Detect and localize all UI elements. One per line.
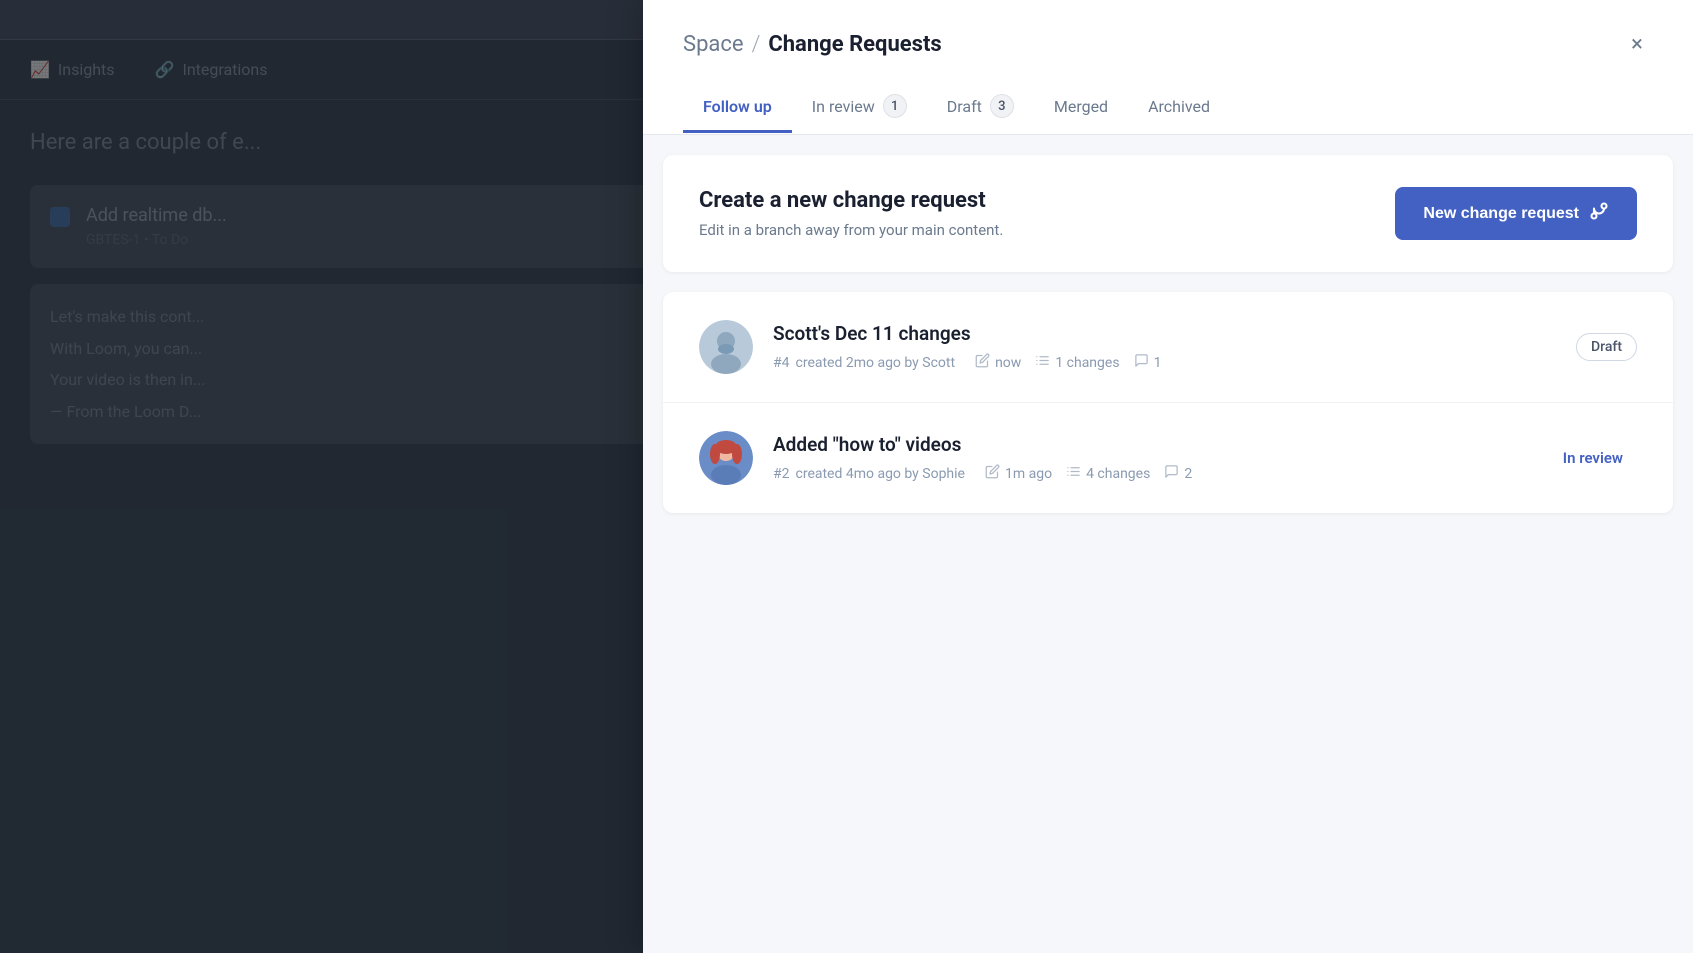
tab-archived[interactable]: Archived [1128, 83, 1230, 133]
cr-edited-scott: now [995, 355, 1021, 371]
changes-icon-scott [1035, 353, 1050, 372]
cr-title-scott: Scott's Dec 11 changes [773, 322, 1556, 345]
tab-bar: Follow up In review 1 Draft 3 Merged Arc… [643, 80, 1693, 135]
new-change-request-button[interactable]: New change request [1395, 187, 1637, 240]
cr-badge-scott: Draft [1576, 333, 1637, 361]
tab-draft[interactable]: Draft 3 [927, 80, 1034, 135]
modal-body: Create a new change request Edit in a br… [643, 135, 1693, 953]
close-icon: × [1631, 32, 1643, 57]
cr-meta-sophie: #2 created 4mo ago by Sophie 1m ago [773, 464, 1529, 483]
cr-info-scott: Scott's Dec 11 changes #4 created 2mo ag… [773, 322, 1556, 372]
tab-follow-up-label: Follow up [703, 97, 772, 116]
cr-created-sophie: created 4mo ago by Sophie [796, 466, 965, 482]
cta-subtitle: Edit in a branch away from your main con… [699, 221, 1003, 239]
breadcrumb-title: Change Requests [768, 32, 941, 57]
cr-title-sophie: Added "how to" videos [773, 433, 1529, 456]
change-request-list: Scott's Dec 11 changes #4 created 2mo ag… [663, 292, 1673, 513]
cr-created-scott: created 2mo ago by Scott [796, 355, 956, 371]
comment-icon-scott [1134, 353, 1149, 372]
close-button[interactable]: × [1621, 28, 1653, 60]
cr-changes-scott: 1 changes [1055, 355, 1119, 371]
tab-in-review-badge: 1 [883, 94, 907, 118]
tab-merged-label: Merged [1054, 97, 1108, 116]
tab-in-review[interactable]: In review 1 [792, 80, 927, 135]
cr-number-scott: #4 [773, 355, 790, 371]
tab-archived-label: Archived [1148, 97, 1210, 116]
new-change-request-label: New change request [1423, 205, 1579, 223]
avatar-sophie [699, 431, 753, 485]
cta-section: Create a new change request Edit in a br… [663, 155, 1673, 272]
branch-icon [1589, 201, 1609, 226]
changes-icon-sophie [1066, 464, 1081, 483]
cr-info-sophie: Added "how to" videos #2 created 4mo ago… [773, 433, 1529, 483]
avatar-scott [699, 320, 753, 374]
modal-header: Space / Change Requests × [643, 0, 1693, 60]
cr-edited-sophie: 1m ago [1005, 466, 1052, 482]
cr-item-scott[interactable]: Scott's Dec 11 changes #4 created 2mo ag… [663, 292, 1673, 403]
tab-follow-up[interactable]: Follow up [683, 83, 792, 133]
breadcrumb-separator: / [752, 32, 761, 57]
breadcrumb-space: Space [683, 32, 744, 57]
tab-merged[interactable]: Merged [1034, 83, 1128, 133]
cta-title: Create a new change request [699, 188, 1003, 213]
cr-meta-scott: #4 created 2mo ago by Scott now [773, 353, 1556, 372]
breadcrumb: Space / Change Requests [683, 32, 942, 57]
edit-icon-scott [975, 353, 990, 372]
cr-comments-scott: 1 [1154, 355, 1162, 371]
cr-number-sophie: #2 [773, 466, 790, 482]
modal-panel: Space / Change Requests × Follow up In r… [643, 0, 1693, 953]
tab-draft-label: Draft [947, 97, 982, 116]
edit-icon-sophie [985, 464, 1000, 483]
cr-badge-sophie: In review [1549, 444, 1637, 472]
cta-text: Create a new change request Edit in a br… [699, 188, 1003, 239]
cr-comments-sophie: 2 [1184, 466, 1192, 482]
tab-draft-badge: 3 [990, 94, 1014, 118]
comment-icon-sophie [1164, 464, 1179, 483]
cr-item-sophie[interactable]: Added "how to" videos #2 created 4mo ago… [663, 403, 1673, 513]
tab-in-review-label: In review [812, 97, 875, 116]
cr-changes-sophie: 4 changes [1086, 466, 1150, 482]
